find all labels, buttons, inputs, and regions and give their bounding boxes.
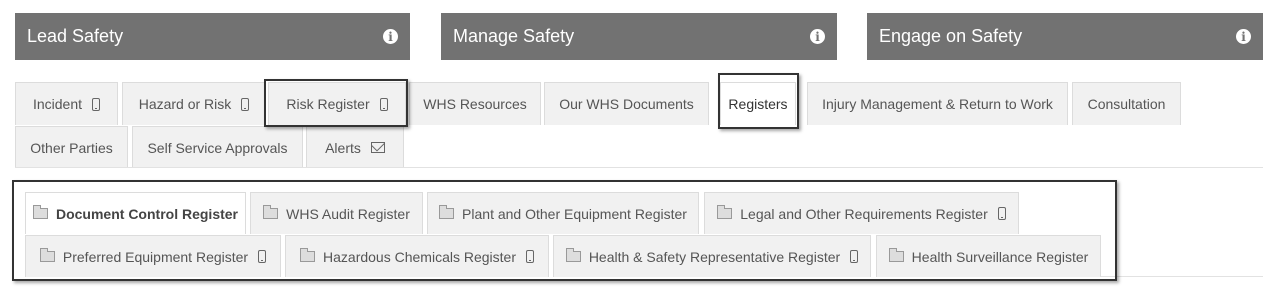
tab-incident[interactable]: Incident [15, 82, 118, 125]
panel-title: Engage on Safety [879, 26, 1023, 46]
tab-hsr-register[interactable]: Health & Safety Representative Register [553, 235, 871, 277]
tab-label: Our WHS Documents [559, 96, 694, 112]
info-icon[interactable]: i [1236, 29, 1251, 44]
mobile-icon [258, 250, 267, 263]
tab-label: Hazardous Chemicals Register [323, 248, 516, 265]
tab-whs-resources[interactable]: WHS Resources [409, 82, 541, 125]
mobile-icon [92, 97, 101, 111]
tab-legal-requirements-register[interactable]: Legal and Other Requirements Register [704, 192, 1019, 234]
folder-icon [39, 248, 55, 262]
tab-self-service-approvals[interactable]: Self Service Approvals [132, 126, 303, 168]
tab-label: Legal and Other Requirements Register [740, 205, 988, 222]
tab-label: WHS Audit Register [286, 205, 410, 222]
tab-label: Risk Register [286, 96, 370, 112]
tab-our-whs-documents[interactable]: Our WHS Documents [544, 82, 709, 125]
tab-label: Hazard or Risk [138, 96, 232, 112]
panel-engage-on-safety[interactable]: Engage on Safety i [867, 13, 1263, 60]
mobile-icon [850, 250, 859, 263]
tab-label: Alerts [325, 139, 361, 156]
folder-icon [439, 205, 455, 219]
tab-label: Consultation [1087, 96, 1166, 112]
tab-label: Incident [32, 96, 83, 112]
tab-hazardous-chemicals-register[interactable]: Hazardous Chemicals Register [285, 235, 549, 277]
folder-icon [300, 248, 316, 262]
tab-label: Injury Management & Return to Work [822, 96, 1053, 112]
tab-alerts[interactable]: Alerts [306, 126, 404, 168]
tab-label: Plant and Other Equipment Register [462, 205, 687, 222]
panel-title: Lead Safety [27, 26, 124, 46]
tab-plant-equipment-register[interactable]: Plant and Other Equipment Register [427, 192, 699, 234]
panel-lead-safety[interactable]: Lead Safety i [15, 13, 410, 60]
folder-icon [32, 205, 48, 219]
tab-health-surveillance-register[interactable]: Health Surveillance Register [876, 235, 1101, 277]
mobile-icon [379, 97, 388, 111]
folder-icon [263, 205, 279, 219]
panel-title: Manage Safety [453, 26, 575, 46]
tab-preferred-equipment-register[interactable]: Preferred Equipment Register [25, 235, 281, 277]
tab-label: Health Surveillance Register [911, 248, 1089, 265]
folder-icon [565, 248, 581, 262]
tab-injury-management[interactable]: Injury Management & Return to Work [807, 82, 1068, 125]
mobile-icon [997, 207, 1006, 220]
panel-manage-safety[interactable]: Manage Safety i [441, 13, 837, 60]
folder-icon [888, 248, 904, 262]
subtabs-baseline [1101, 276, 1263, 277]
tab-label: Health & Safety Representative Register [588, 248, 841, 265]
tab-whs-audit-register[interactable]: WHS Audit Register [250, 192, 423, 234]
envelope-icon [370, 142, 385, 153]
tab-label: Registers [728, 96, 788, 112]
folder-icon [717, 205, 733, 219]
tabs-baseline [15, 167, 1263, 168]
tab-other-parties[interactable]: Other Parties [15, 126, 128, 168]
tab-hazard-or-risk[interactable]: Hazard or Risk [122, 82, 266, 125]
tab-risk-register[interactable]: Risk Register [268, 82, 406, 125]
tab-document-control-register[interactable]: Document Control Register [25, 192, 246, 234]
info-icon[interactable]: i [810, 29, 825, 44]
tab-label: Other Parties [30, 139, 113, 156]
tab-consultation[interactable]: Consultation [1072, 82, 1181, 125]
mobile-icon [241, 97, 250, 111]
info-icon[interactable]: i [383, 29, 398, 44]
tab-label: Document Control Register [55, 205, 238, 222]
tab-label: WHS Resources [423, 96, 527, 112]
tab-label: Self Service Approvals [147, 139, 288, 156]
tab-registers[interactable]: Registers [720, 82, 796, 125]
mobile-icon [525, 250, 534, 263]
tab-label: Preferred Equipment Register [62, 248, 249, 265]
